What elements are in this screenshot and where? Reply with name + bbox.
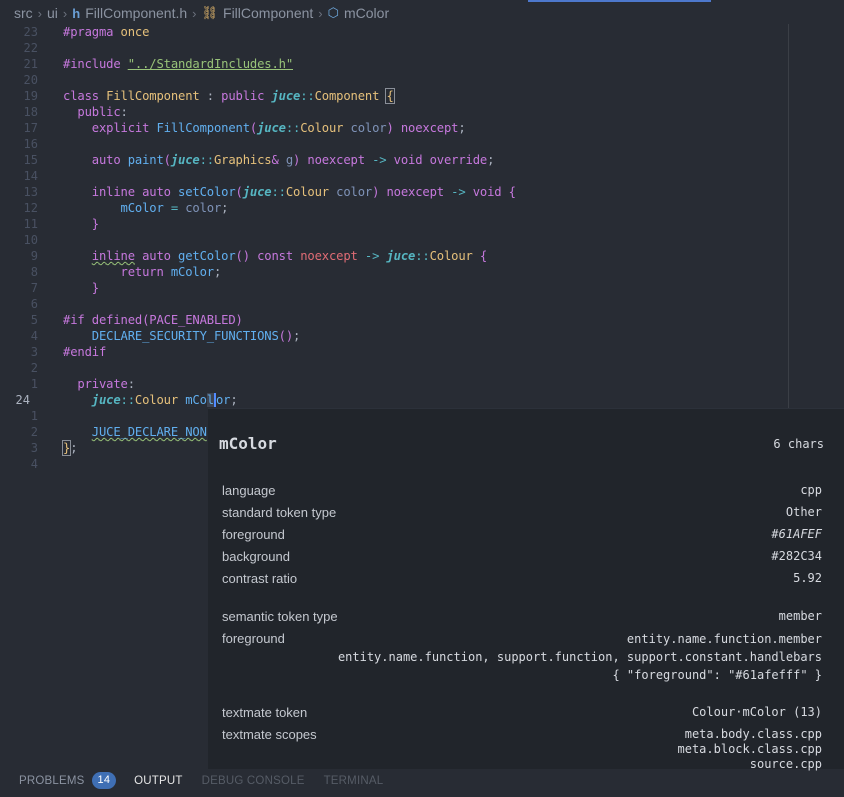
hover-key: textmate scopes	[222, 727, 317, 742]
hover-key: language	[222, 483, 276, 498]
line-number: 7	[30, 281, 38, 295]
panel-tab-bar: PROBLEMS 14 OUTPUT DEBUG CONSOLE TERMINA…	[0, 764, 844, 797]
breadcrumb: src › ui › h FillComponent.h › ⛓ FillCom…	[0, 0, 844, 26]
line-number: 20	[23, 73, 38, 87]
code-line: class FillComponent : public juce::Compo…	[63, 88, 395, 104]
code-line: inline auto getColor() const noexcept ->…	[91, 249, 488, 263]
tab-debug-console[interactable]: DEBUG CONSOLE	[202, 775, 305, 787]
code-line: JUCE_DECLARE_NON	[91, 425, 207, 439]
line-number: 5	[30, 313, 38, 327]
tab-problems-label: PROBLEMS	[19, 774, 85, 787]
line-number: 3	[30, 345, 38, 359]
tab-output[interactable]: OUTPUT	[134, 775, 182, 787]
code-line: inline auto setColor(juce::Colour color)…	[91, 185, 516, 199]
line-number: 17	[23, 121, 38, 135]
problems-count-badge: 14	[91, 772, 117, 789]
hover-key: contrast ratio	[222, 571, 298, 586]
code-line: explicit FillComponent(juce::Colour colo…	[91, 121, 466, 135]
line-number: 3	[30, 441, 38, 455]
hover-value: 5.92	[793, 571, 822, 585]
hover-value: Colour·mColor (13)	[691, 705, 822, 719]
chevron-right-icon: ›	[192, 5, 197, 21]
tab-terminal-label: TERMINAL	[323, 774, 384, 787]
field-icon: ⬡	[327, 5, 339, 20]
breadcrumb-item-member[interactable]: mColor	[344, 5, 389, 21]
line-number: 1	[30, 377, 38, 391]
hover-value: member	[778, 609, 822, 623]
tab-debug-console-label: DEBUG CONSOLE	[201, 774, 305, 787]
hover-char-count: 6 chars	[773, 437, 824, 451]
line-number: 14	[23, 169, 38, 183]
chevron-right-icon: ›	[318, 5, 323, 21]
line-number: 22	[23, 41, 38, 55]
hover-key: standard token type	[222, 505, 337, 520]
line-number: 2	[30, 425, 38, 439]
code-line: #if defined(PACE_ENABLED)	[63, 313, 243, 327]
code-line: };	[61, 440, 78, 456]
hover-value: #282C34	[771, 549, 822, 563]
line-number: 19	[23, 89, 38, 103]
breadcrumb-item-src[interactable]: src	[14, 5, 33, 21]
line-number: 8	[30, 265, 38, 279]
line-number: 2	[30, 361, 38, 375]
line-number: 4	[30, 329, 38, 343]
code-line: public:	[77, 105, 128, 119]
tab-terminal[interactable]: TERMINAL	[324, 775, 384, 787]
hover-title: mColor	[219, 434, 277, 453]
tab-output-label: OUTPUT	[134, 774, 183, 787]
code-line: #endif	[63, 345, 107, 359]
hover-key: foreground	[222, 527, 285, 542]
line-number: 23	[23, 25, 38, 39]
hover-value: cpp	[800, 483, 822, 497]
line-number: 9	[30, 249, 38, 263]
tab-problems[interactable]: PROBLEMS 14	[19, 772, 117, 789]
code-line: private:	[77, 377, 135, 391]
hover-key: foreground	[222, 631, 285, 646]
code-line: }	[91, 281, 99, 295]
line-number-current: 24	[15, 393, 30, 407]
header-file-icon: h	[72, 5, 81, 21]
line-number: 4	[30, 457, 38, 471]
hover-key: textmate token	[222, 705, 308, 720]
hover-key: background	[222, 549, 290, 564]
code-line: mColor = color;	[120, 201, 229, 215]
hover-value: Other	[785, 505, 822, 519]
breadcrumb-item-ui[interactable]: ui	[47, 5, 58, 21]
line-number: 10	[23, 233, 38, 247]
breadcrumb-item-file[interactable]: FillComponent.h	[85, 5, 187, 21]
hover-row-semantic-foreground: foreground entity.name.function.member e…	[222, 631, 822, 682]
class-icon: ⛓	[201, 5, 219, 20]
hover-value: #61AFEF	[771, 527, 822, 541]
line-number: 11	[23, 217, 38, 231]
line-number: 18	[23, 105, 38, 119]
line-number: 1	[30, 409, 38, 423]
code-line-current: juce::Colour mCol or;	[91, 393, 238, 407]
chevron-right-icon: ›	[62, 5, 68, 21]
line-number: 12	[23, 201, 38, 215]
line-number: 16	[23, 137, 38, 151]
token-inspector-hover: mColor 6 chars language cpp standard tok…	[208, 408, 844, 771]
hover-key: semantic token type	[222, 609, 338, 624]
code-line: auto paint(juce::Graphics& g) noexcept -…	[91, 153, 495, 167]
code-line: return mColor;	[120, 265, 222, 279]
line-number: 13	[23, 185, 38, 199]
code-line: }	[91, 217, 99, 231]
line-number: 21	[23, 57, 38, 71]
line-number: 15	[23, 153, 38, 167]
line-number: 6	[30, 297, 38, 311]
hover-value: entity.name.function.member entity.name.…	[337, 632, 822, 682]
code-line: DECLARE_SECURITY_FUNCTIONS();	[91, 329, 301, 343]
breadcrumb-item-class[interactable]: FillComponent	[223, 5, 313, 21]
chevron-right-icon: ›	[37, 5, 43, 21]
code-line: #pragma once	[63, 25, 150, 39]
code-line: #include "../StandardIncludes.h"	[63, 57, 293, 71]
